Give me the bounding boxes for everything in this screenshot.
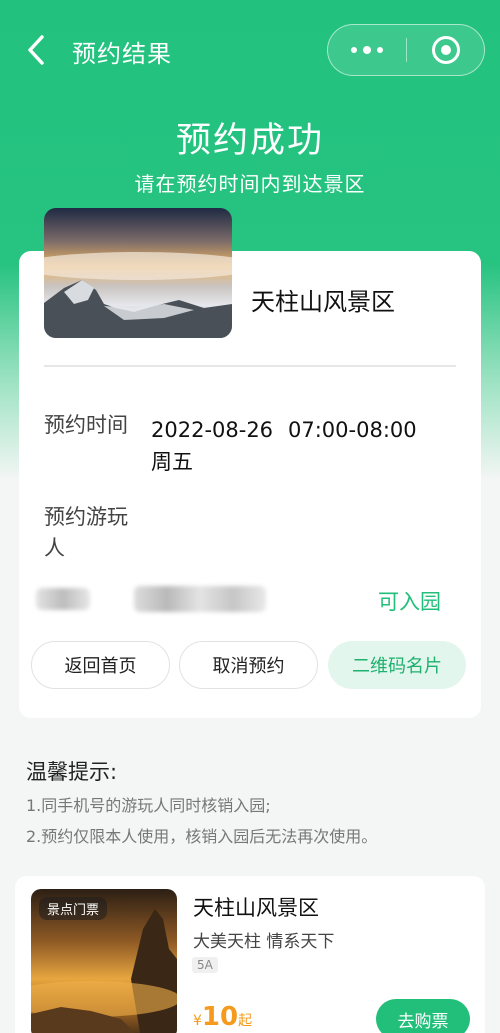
- tips-title: 温馨提示:: [26, 760, 118, 784]
- qrcode-card-button[interactable]: 二维码名片: [328, 641, 466, 689]
- visitor-label-line2: 人: [44, 536, 65, 560]
- product-name: 天柱山风景区: [193, 896, 319, 920]
- cancel-booking-button[interactable]: 取消预约: [179, 641, 318, 689]
- tip-item: 1.同手机号的游玩人同时核销入园;: [26, 796, 271, 815]
- chevron-left-icon: [28, 35, 44, 65]
- product-slogan: 大美天柱 情系天下: [193, 932, 335, 952]
- navigation-bar: 预约结果: [0, 20, 500, 80]
- visitor-id-redacted: [134, 586, 266, 612]
- visitor-status: 可入园: [378, 590, 441, 614]
- success-title: 预约成功: [175, 121, 324, 161]
- product-price: ¥10起: [193, 1002, 252, 1032]
- product-level-badge: 5A: [192, 957, 218, 973]
- booking-date: 2022-08-26: [151, 418, 274, 442]
- visitor-name-redacted: [36, 588, 90, 610]
- price-currency: ¥: [193, 1013, 202, 1029]
- tip-item: 2.预约仅限本人使用，核销入园后无法再次使用。: [26, 827, 378, 846]
- product-tag: 景点门票: [39, 897, 108, 920]
- price-suffix: 起: [238, 1013, 253, 1029]
- visitor-label-line1: 预约游玩: [44, 505, 128, 529]
- success-subtitle: 请在预约时间内到达景区: [134, 172, 366, 196]
- time-label: 预约时间: [44, 413, 128, 437]
- booking-weekday: 周五: [151, 450, 193, 474]
- back-home-button[interactable]: 返回首页: [31, 641, 170, 689]
- mini-program-capsule: [327, 24, 485, 76]
- product-image[interactable]: 景点门票: [31, 889, 177, 1033]
- divider: [44, 365, 456, 367]
- scenic-image: [44, 208, 232, 338]
- more-dots-icon: [351, 47, 357, 53]
- scenic-name: 天柱山风景区: [251, 288, 395, 316]
- page-title: 预约结果: [72, 40, 172, 68]
- back-button[interactable]: [20, 32, 52, 68]
- more-button[interactable]: [328, 25, 406, 75]
- target-icon: [432, 36, 460, 64]
- booking-time-range: 07:00-08:00: [288, 418, 417, 442]
- close-button[interactable]: [407, 25, 485, 75]
- buy-ticket-button[interactable]: 去购票: [376, 999, 470, 1033]
- price-value: 10: [201, 1002, 239, 1032]
